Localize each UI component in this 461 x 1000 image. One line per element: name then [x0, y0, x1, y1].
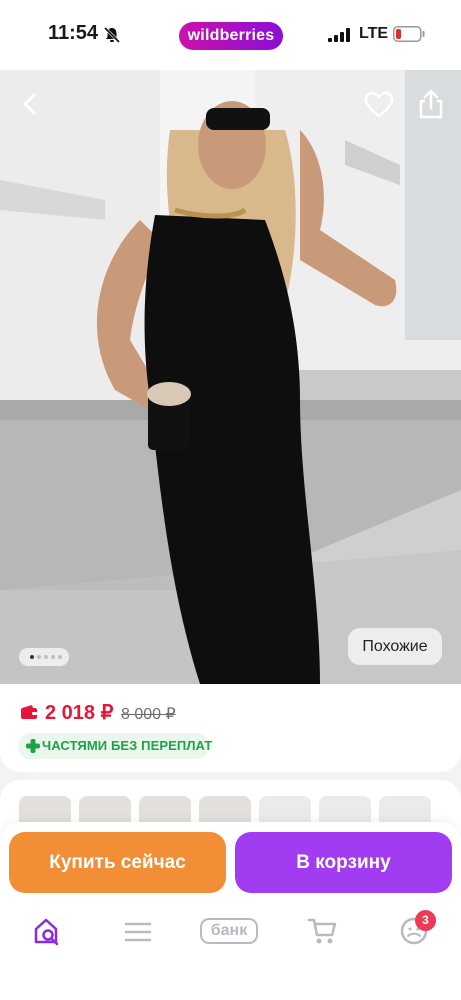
cart-icon[interactable] [307, 916, 337, 946]
menu-icon[interactable] [124, 916, 152, 946]
pager-dot [58, 655, 62, 659]
wildberries-logo[interactable]: wildberries [179, 22, 283, 50]
favorite-heart-icon[interactable] [364, 90, 394, 120]
pager-dot [37, 655, 41, 659]
home-search-icon[interactable] [32, 916, 62, 946]
similar-button[interactable]: Похожие [348, 628, 442, 665]
buy-now-button[interactable]: Купить сейчас [9, 832, 226, 893]
old-price: 8 000 ₽ [121, 706, 176, 723]
product-photo[interactable] [0, 70, 461, 684]
pager-dot [30, 655, 34, 659]
status-time: 11:54 [48, 22, 99, 44]
signal-icon [328, 28, 350, 42]
pager-dot [44, 655, 48, 659]
photo-pager[interactable] [19, 648, 69, 666]
wallet-icon [21, 705, 37, 719]
battery-low-icon [393, 26, 425, 42]
product-image [0, 70, 461, 684]
back-icon[interactable] [16, 90, 44, 118]
installment-badge-label: ЧАСТЯМИ БЕЗ ПЕРЕПЛАТ [42, 738, 213, 753]
profile-notification-badge: 3 [415, 910, 436, 931]
tab-bar [0, 900, 461, 1000]
plus-icon [26, 739, 40, 753]
pager-dot [51, 655, 55, 659]
current-price: 2 018 ₽ [45, 702, 114, 724]
add-to-cart-button[interactable]: В корзину [235, 832, 452, 893]
status-bar: 11:54 wildberries LTE [0, 0, 461, 70]
network-label: LTE [359, 25, 389, 42]
bank-tab[interactable]: банк [200, 918, 258, 944]
bell-muted-icon [103, 26, 121, 44]
share-icon[interactable] [416, 88, 446, 120]
